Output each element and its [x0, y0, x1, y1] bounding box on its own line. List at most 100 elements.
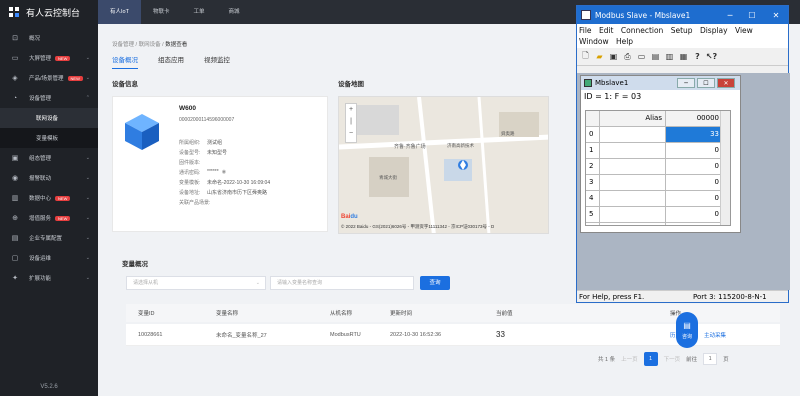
map-zoom-control[interactable]: + | − [345, 103, 357, 143]
chevron-down-icon: ⌄ [85, 215, 90, 221]
sidebar-item-value-added[interactable]: ⊕ 增值服务 NEW ⌄ [0, 208, 98, 228]
sub-tabs: 设备概况 组态应用 视频监控 [112, 54, 230, 69]
table-row[interactable]: 50 [586, 207, 730, 223]
menu-window[interactable]: Window [579, 37, 609, 46]
sidebar-item-config[interactable]: ▣ 组态管理 ⌄ [0, 148, 98, 168]
sidebar-item-data-center[interactable]: ▥ 数据中心 NEW ⌄ [0, 188, 98, 208]
table-row[interactable]: 30 [586, 175, 730, 191]
value-cell[interactable]: 0 [666, 191, 722, 207]
save-icon[interactable]: ▣ [608, 51, 619, 62]
alias-cell[interactable] [600, 207, 666, 223]
mbslave1-window: Mbslave1 ─ ☐ ✕ ID = 1: F = 03 Alias 0000… [580, 75, 741, 233]
sidebar-item-overview[interactable]: ⊡ 概况 [0, 28, 98, 48]
maximize-button[interactable]: ☐ [741, 6, 763, 24]
grid-scrollbar[interactable] [720, 111, 730, 225]
close-button[interactable]: ✕ [765, 6, 787, 24]
col-current-value: 当前值 [496, 311, 513, 317]
sidebar-item-screen[interactable]: ▭ 大屏管理 NEW ⌄ [0, 48, 98, 68]
disconnect-icon[interactable]: ▥ [664, 51, 675, 62]
brand[interactable]: 有人云控制台 [0, 0, 98, 24]
child-minimize-button[interactable]: ─ [677, 78, 695, 88]
register-grid[interactable]: Alias 00000 033 10 20 30 40 50 60 [585, 110, 731, 226]
cell-update-time: 2022-10-30 16:52:36 [390, 331, 442, 338]
device-field-firmware: 固件版本: [179, 159, 207, 166]
top-tab-sim[interactable]: 物联卡 [141, 0, 182, 24]
sidebar-item-enterprise[interactable]: ▤ 企业专属配置 ⌄ [0, 228, 98, 248]
connect-icon[interactable]: ▤ [650, 51, 661, 62]
child-maximize-button[interactable]: ☐ [697, 78, 715, 88]
row-index: 6 [586, 223, 600, 225]
tab-config-app[interactable]: 组态应用 [158, 54, 184, 69]
value-cell[interactable]: 0 [666, 159, 722, 175]
mbslave-doc-icon [584, 79, 592, 87]
tab-device-overview[interactable]: 设备概况 [112, 54, 138, 69]
active-collect-link[interactable]: 主动采集 [704, 324, 726, 345]
sidebar-item-network-device[interactable]: 联网设备 [0, 108, 98, 128]
pager-goto-input[interactable]: 1 [703, 353, 718, 365]
context-help-icon[interactable]: ↖? [706, 51, 717, 62]
cell-slave-name: ModbusRTU [330, 331, 361, 338]
sidebar-item-label: 扩展功能 [29, 276, 52, 282]
modbus-titlebar[interactable]: Modbus Slave - Mbslave1 ─ ☐ ✕ [577, 6, 788, 24]
alias-cell[interactable] [600, 191, 666, 207]
menu-edit[interactable]: Edit [599, 26, 614, 35]
minimize-button[interactable]: ─ [719, 6, 741, 24]
top-tab-iot[interactable]: 有人IoT [98, 0, 141, 24]
table-row[interactable]: 0 33 [586, 127, 730, 143]
menu-display[interactable]: Display [700, 26, 728, 35]
grid-header-alias: Alias [600, 111, 666, 127]
document-icon[interactable]: ▦ [678, 51, 689, 62]
mbslave1-titlebar[interactable]: Mbslave1 ─ ☐ ✕ [581, 76, 740, 90]
slave-select[interactable]: 请选择从机 ⌄ [126, 276, 266, 290]
breadcrumb-network-device[interactable]: 联网设备 [139, 42, 161, 48]
sidebar-item-ops[interactable]: ▢ 设备运维 ⌄ [0, 248, 98, 268]
open-folder-icon[interactable]: ▰ [594, 51, 605, 62]
breadcrumb-device-mgmt[interactable]: 设备管理 [112, 42, 134, 48]
modbus-app-icon [581, 10, 591, 20]
table-row[interactable]: 10 [586, 143, 730, 159]
sidebar-item-extend[interactable]: ✦ 扩展功能 ⌄ [0, 268, 98, 288]
new-file-icon[interactable]: 🗋 [580, 51, 591, 62]
top-tab-mall[interactable]: 商城 [216, 0, 251, 24]
alias-cell[interactable] [600, 143, 666, 159]
window-icon[interactable]: ▭ [636, 51, 647, 62]
value-cell[interactable]: 0 [666, 207, 722, 223]
eye-icon[interactable]: ◉ [222, 169, 226, 176]
device-name: W600 [179, 105, 196, 112]
tab-video-monitor[interactable]: 视频监控 [204, 54, 230, 69]
device-map[interactable]: + | − 齐鲁·齐鲁广场 济南高新技术 舜奥路 青城大街 Baidu © 2022… [338, 96, 549, 234]
query-button[interactable]: 查询 [420, 276, 450, 290]
print-icon[interactable]: ⎙ [622, 51, 633, 62]
child-close-button[interactable]: ✕ [717, 78, 735, 88]
value-cell[interactable]: 0 [666, 223, 722, 225]
table-row[interactable]: 40 [586, 191, 730, 207]
alias-cell[interactable] [600, 159, 666, 175]
menu-help[interactable]: Help [616, 37, 633, 46]
sidebar-item-device[interactable]: ◔ 设备管理 ⌃ [0, 88, 98, 108]
pager-page[interactable]: 1 [643, 352, 658, 366]
sidebar-item-alarm[interactable]: ◉ 报警联动 ⌄ [0, 168, 98, 188]
pager-next[interactable]: 下一页 [664, 355, 681, 363]
menu-connection[interactable]: Connection [621, 26, 663, 35]
menu-file[interactable]: File [579, 26, 592, 35]
menu-view[interactable]: View [735, 26, 753, 35]
variable-search-input[interactable]: 请输入变量名称查询 [270, 276, 414, 290]
value-cell[interactable]: 33 [666, 127, 722, 143]
slave-select-placeholder: 请选择从机 [133, 280, 159, 286]
value-cell[interactable]: 0 [666, 143, 722, 159]
help-icon[interactable]: ? [692, 51, 703, 62]
alias-cell[interactable] [600, 127, 666, 143]
sidebar-item-variable-template[interactable]: 变量模板 [0, 128, 98, 148]
top-tab-ticket[interactable]: 工单 [181, 0, 216, 24]
id-function-line: ID = 1: F = 03 [584, 92, 642, 101]
pager-prev[interactable]: 上一页 [621, 355, 638, 363]
alias-cell[interactable] [600, 175, 666, 191]
consult-button[interactable]: ▤ 咨询 [676, 312, 698, 348]
value-cell[interactable]: 0 [666, 175, 722, 191]
sidebar-item-product[interactable]: ◈ 产品/场景管理 NEW ⌄ [0, 68, 98, 88]
table-row[interactable]: 20 [586, 159, 730, 175]
table-row[interactable]: 60 [586, 223, 730, 225]
menu-setup[interactable]: Setup [671, 26, 693, 35]
alias-cell[interactable] [600, 223, 666, 225]
sidebar-item-label: 报警联动 [29, 176, 52, 182]
